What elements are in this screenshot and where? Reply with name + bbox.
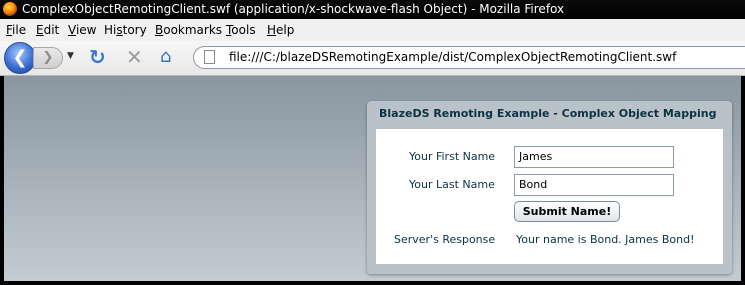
window-title: ComplexObjectRemotingClient.swf (applica…: [22, 2, 565, 16]
stop-icon[interactable]: ✕: [126, 45, 143, 69]
menu-file[interactable]: File: [6, 19, 26, 41]
menu-view[interactable]: View: [68, 19, 96, 41]
forward-button[interactable]: ❯: [33, 47, 63, 69]
forward-arrow-icon: ❯: [42, 50, 54, 65]
first-name-label: Your First Name: [409, 150, 496, 163]
navigation-toolbar: ❮ ❯ ▼ ↻ ✕ ⌂ file:///C:/blazeDSRemotingEx…: [0, 41, 745, 76]
last-name-field[interactable]: Bond: [514, 174, 674, 196]
history-dropdown-icon[interactable]: ▼: [67, 51, 74, 61]
first-name-field[interactable]: James: [514, 146, 674, 168]
last-name-label: Your Last Name: [409, 178, 495, 191]
menu-help[interactable]: Help: [267, 19, 294, 41]
menu-edit[interactable]: Edit: [36, 19, 59, 41]
window-frame-bottom: [0, 281, 745, 285]
url-text[interactable]: file:///C:/blazeDSRemotingExample/dist/C…: [229, 47, 676, 68]
window-frame-right: [741, 76, 745, 285]
menu-bar: File Edit View History Bookmarks Tools H…: [0, 19, 745, 41]
panel-body: Your First Name James Your Last Name Bon…: [376, 129, 723, 264]
back-arrow-icon: ❮: [12, 47, 28, 68]
submit-name-button[interactable]: Submit Name!: [514, 201, 620, 222]
response-text: Your name is Bond. James Bond!: [516, 233, 695, 246]
reload-icon[interactable]: ↻: [89, 45, 106, 69]
panel-title: BlazeDS Remoting Example - Complex Objec…: [379, 107, 717, 120]
menu-tools[interactable]: Tools: [226, 19, 256, 41]
url-bar[interactable]: file:///C:/blazeDSRemotingExample/dist/C…: [193, 46, 745, 69]
firefox-icon: [3, 2, 17, 16]
back-button[interactable]: ❮: [4, 42, 36, 74]
response-label: Server's Response: [394, 233, 496, 246]
home-icon[interactable]: ⌂: [160, 46, 171, 67]
browser-window: ComplexObjectRemotingClient.swf (applica…: [0, 0, 745, 285]
remoting-panel: BlazeDS Remoting Example - Complex Objec…: [367, 101, 732, 274]
page-icon: [204, 50, 215, 64]
menu-history[interactable]: History: [104, 19, 147, 41]
title-bar: ComplexObjectRemotingClient.swf (applica…: [0, 0, 745, 19]
menu-bookmarks[interactable]: Bookmarks: [155, 19, 222, 41]
